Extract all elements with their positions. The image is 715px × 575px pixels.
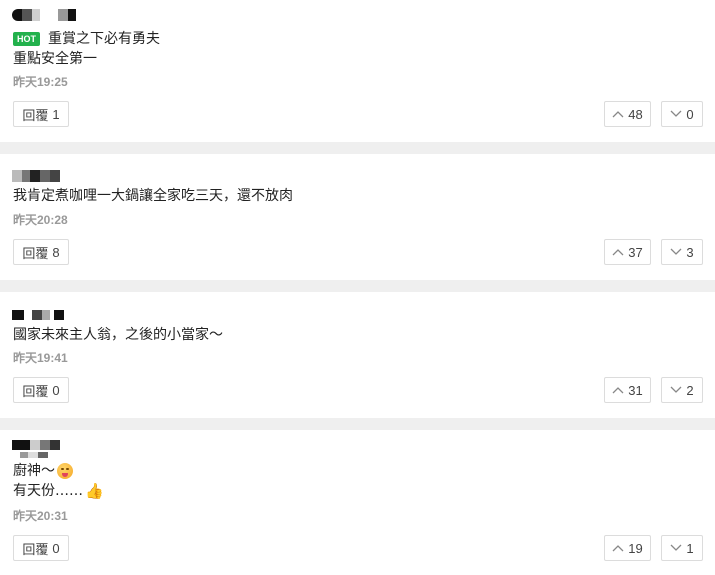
reply-count: 8: [52, 244, 60, 260]
chevron-up-icon: [612, 387, 624, 394]
comment-separator: [0, 280, 715, 292]
comment-text-line: 國家未來主人翁，之後的小當家～: [13, 325, 223, 345]
comment-text-line: 重點安全第一: [13, 49, 160, 69]
upvote-count: 48: [628, 106, 643, 122]
downvote-count: 2: [686, 382, 694, 398]
chevron-down-icon: [670, 544, 682, 551]
comment-list: HOT 重賞之下必有勇夫 重點安全第一 昨天19:25 回覆 1 48 0 我肯…: [0, 0, 715, 575]
downvote-count: 3: [686, 244, 694, 260]
reply-button[interactable]: 回覆 0: [13, 377, 69, 403]
chevron-down-icon: [670, 386, 682, 393]
upvote-count: 31: [628, 382, 643, 398]
downvote-button[interactable]: 1: [661, 535, 703, 561]
comment-timestamp: 昨天19:25: [13, 75, 68, 89]
comment-text-line: 我肯定煮咖哩一大鍋讓全家吃三天，還不放肉: [13, 186, 293, 206]
hot-badge: HOT: [13, 32, 40, 46]
reply-label: 回覆: [22, 384, 49, 400]
redacted-username-shadow: [12, 449, 48, 461]
thumbs-up-emoji-icon: 👍: [85, 482, 104, 500]
downvote-count: 0: [686, 106, 694, 122]
upvote-button[interactable]: 19: [604, 535, 651, 561]
comment-item: 我肯定煮咖哩一大鍋讓全家吃三天，還不放肉 昨天20:28 回覆 8 37 3: [0, 154, 715, 280]
comment-text: 廚神～: [13, 463, 55, 479]
downvote-button[interactable]: 3: [661, 239, 703, 265]
chevron-up-icon: [612, 249, 624, 256]
redacted-username: [12, 9, 76, 21]
reply-label: 回覆: [22, 246, 49, 262]
reply-button[interactable]: 回覆 0: [13, 535, 69, 561]
downvote-button[interactable]: 2: [661, 377, 703, 403]
redacted-username: [12, 309, 64, 321]
comment-separator: [0, 418, 715, 430]
chevron-down-icon: [670, 110, 682, 117]
comment-item: 國家未來主人翁，之後的小當家～ 昨天19:41 回覆 0 31 2: [0, 292, 715, 418]
chevron-up-icon: [612, 545, 624, 552]
comment-timestamp: 昨天20:28: [13, 213, 68, 227]
upvote-count: 37: [628, 244, 643, 260]
chevron-down-icon: [670, 248, 682, 255]
comment-text: 重賞之下必有勇夫: [48, 31, 160, 47]
reply-count: 1: [52, 106, 60, 122]
comment-text: 國家未來主人翁，之後的小當家～: [13, 327, 223, 343]
upvote-button[interactable]: 37: [604, 239, 651, 265]
comment-text: 有天份……: [13, 483, 83, 499]
comment-text: 我肯定煮咖哩一大鍋讓全家吃三天，還不放肉: [13, 188, 293, 204]
comment-timestamp: 昨天19:41: [13, 351, 68, 365]
reply-count: 0: [52, 540, 60, 556]
comment-text-line: 廚神～: [13, 461, 104, 481]
comment-item: 廚神～ 有天份…… 👍 昨天20:31 回覆 0 19 1: [0, 430, 715, 575]
comment-text-line: HOT 重賞之下必有勇夫: [13, 29, 160, 49]
comment-text-line: 有天份…… 👍: [13, 481, 104, 501]
downvote-button[interactable]: 0: [661, 101, 703, 127]
upvote-button[interactable]: 31: [604, 377, 651, 403]
reply-button[interactable]: 回覆 8: [13, 239, 69, 265]
comment-timestamp: 昨天20:31: [13, 509, 68, 523]
upvote-count: 19: [628, 540, 643, 556]
reply-count: 0: [52, 382, 60, 398]
comment-separator: [0, 142, 715, 154]
comment-item: HOT 重賞之下必有勇夫 重點安全第一 昨天19:25 回覆 1 48 0: [0, 0, 715, 142]
yum-face-emoji-icon: [57, 463, 73, 479]
upvote-button[interactable]: 48: [604, 101, 651, 127]
chevron-up-icon: [612, 111, 624, 118]
downvote-count: 1: [686, 540, 694, 556]
comment-text: 重點安全第一: [13, 51, 97, 67]
reply-label: 回覆: [22, 108, 49, 124]
reply-button[interactable]: 回覆 1: [13, 101, 69, 127]
reply-label: 回覆: [22, 542, 49, 558]
redacted-username: [12, 170, 60, 182]
